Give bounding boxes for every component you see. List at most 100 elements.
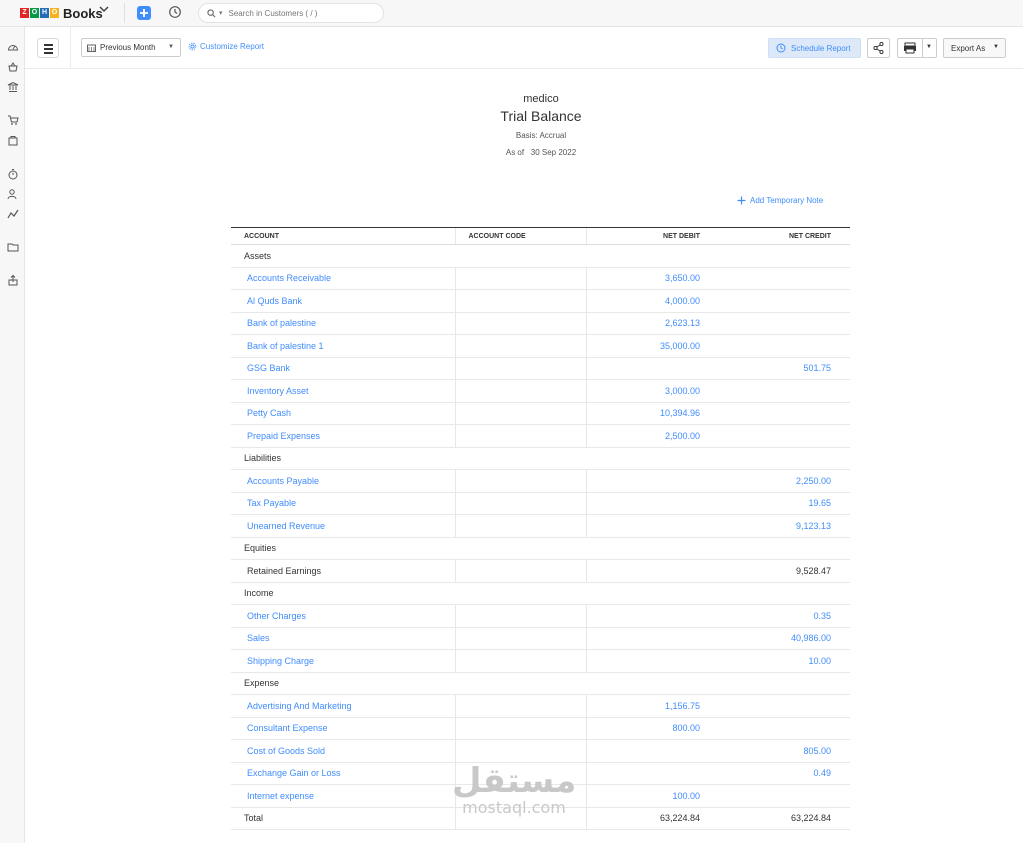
net-credit-value: 63,224.84 xyxy=(719,807,850,830)
quick-create-button[interactable] xyxy=(137,6,151,20)
as-of-date: 30 Sep 2022 xyxy=(530,148,577,157)
trial-balance-table: ACCOUNT ACCOUNT CODE NET DEBIT NET CREDI… xyxy=(231,227,850,830)
account-name[interactable]: Shipping Charge xyxy=(231,649,455,673)
clock-icon xyxy=(776,43,786,53)
net-debit-value[interactable]: 2,500.00 xyxy=(585,424,719,448)
customize-report-link[interactable]: Customize Report xyxy=(188,42,264,51)
account-name[interactable]: Prepaid Expenses xyxy=(231,424,455,448)
time-tracking-icon[interactable] xyxy=(7,167,19,180)
share-button[interactable] xyxy=(867,38,890,58)
net-credit-value[interactable]: 805.00 xyxy=(719,739,850,763)
net-debit-value xyxy=(585,514,719,538)
reports-icon[interactable] xyxy=(7,207,19,219)
account-code xyxy=(454,357,586,380)
sales-cart-icon[interactable] xyxy=(7,113,19,125)
plus-icon xyxy=(140,9,148,17)
account-name[interactable]: Other Charges xyxy=(231,604,455,628)
menu-icon-line xyxy=(44,48,53,50)
account-name[interactable]: Bank of palestine 1 xyxy=(231,334,455,358)
items-icon[interactable] xyxy=(7,60,19,72)
table-row: Consultant Expense 800.00 xyxy=(231,717,850,740)
search-bar[interactable]: ▾ xyxy=(198,3,384,23)
zoho-books-logo[interactable]: Z O H O Books xyxy=(20,5,103,21)
table-row: Bank of palestine 2,623.13 xyxy=(231,312,850,335)
account-name[interactable]: Accounts Receivable xyxy=(231,267,455,290)
net-debit-value xyxy=(585,357,719,380)
net-debit-value[interactable]: 1,156.75 xyxy=(585,694,719,718)
account-name[interactable]: Petty Cash xyxy=(231,402,455,425)
account-name[interactable]: Tax Payable xyxy=(231,492,455,515)
account-code xyxy=(454,694,586,718)
banking-icon[interactable] xyxy=(7,80,19,92)
net-credit-value[interactable]: 19.65 xyxy=(719,492,850,515)
add-temporary-note-link[interactable]: Add Temporary Note xyxy=(737,196,823,205)
divider xyxy=(124,3,125,23)
account-name[interactable]: GSG Bank xyxy=(231,357,455,380)
report-basis: Basis: Accrual xyxy=(515,131,567,140)
net-debit-value[interactable]: 800.00 xyxy=(585,717,719,740)
account-name[interactable]: Al Quds Bank xyxy=(231,289,455,313)
account-name[interactable]: Accounts Payable xyxy=(231,469,455,493)
net-debit-value[interactable]: 35,000.00 xyxy=(585,334,719,358)
account-name[interactable]: Inventory Asset xyxy=(231,379,455,403)
net-credit-value[interactable]: 40,986.00 xyxy=(719,627,850,650)
net-credit-value[interactable]: 10.00 xyxy=(719,649,850,673)
net-credit-value xyxy=(719,289,850,313)
table-row: Accounts Receivable 3,650.00 xyxy=(231,267,850,290)
accountant-icon[interactable] xyxy=(7,187,19,200)
gear-icon xyxy=(188,42,197,51)
chevron-down-icon[interactable] xyxy=(99,5,109,16)
period-label: Previous Month xyxy=(100,43,156,52)
account-name[interactable]: Internet expense xyxy=(231,784,455,808)
account-name[interactable]: Bank of palestine xyxy=(231,312,455,335)
account-name[interactable]: Unearned Revenue xyxy=(231,514,455,538)
period-dropdown[interactable]: Previous Month ▼ xyxy=(81,38,181,57)
net-debit-value[interactable]: 10,394.96 xyxy=(585,402,719,425)
total-label: Total xyxy=(231,807,455,830)
search-input[interactable] xyxy=(228,8,369,18)
net-credit-value[interactable]: 2,250.00 xyxy=(719,469,850,493)
net-credit-value[interactable]: 501.75 xyxy=(719,357,850,380)
account-name: Retained Earnings xyxy=(231,559,455,583)
export-as-button[interactable]: Export As ▼ xyxy=(943,38,1006,58)
divider xyxy=(70,27,71,69)
table-row: Tax Payable 19.65 xyxy=(231,492,850,515)
caret-down-icon: ▼ xyxy=(993,44,999,50)
column-header-account: ACCOUNT xyxy=(231,227,455,245)
purchases-bag-icon[interactable] xyxy=(7,133,19,146)
logo-letter: O xyxy=(50,8,59,18)
net-debit-value[interactable]: 3,650.00 xyxy=(585,267,719,290)
account-name[interactable]: Sales xyxy=(231,627,455,650)
net-credit-value[interactable]: 9,123.13 xyxy=(719,514,850,538)
account-name[interactable]: Cost of Goods Sold xyxy=(231,739,455,763)
table-row: Other Charges 0.35 xyxy=(231,604,850,628)
net-debit-value[interactable]: 3,000.00 xyxy=(585,379,719,403)
net-debit-value[interactable]: 100.00 xyxy=(585,784,719,808)
upload-icon[interactable] xyxy=(7,273,19,286)
account-group-row: Income xyxy=(231,582,850,605)
net-debit-value[interactable]: 2,623.13 xyxy=(585,312,719,335)
account-group-row: Equities xyxy=(231,537,850,560)
table-row: Accounts Payable 2,250.00 xyxy=(231,469,850,493)
net-credit-value[interactable]: 0.49 xyxy=(719,762,850,785)
print-button[interactable]: ▼ xyxy=(897,38,937,58)
net-debit-value[interactable]: 4,000.00 xyxy=(585,289,719,313)
account-group-label: Expense xyxy=(231,672,850,695)
dashboard-icon[interactable] xyxy=(7,40,19,52)
account-name[interactable]: Consultant Expense xyxy=(231,717,455,740)
documents-icon[interactable] xyxy=(7,240,19,252)
net-credit-value xyxy=(719,717,850,740)
net-credit-value[interactable]: 0.35 xyxy=(719,604,850,628)
search-scope-caret-icon[interactable]: ▾ xyxy=(219,9,223,17)
history-icon[interactable] xyxy=(168,5,182,24)
menu-toggle-button[interactable] xyxy=(37,38,59,58)
account-name[interactable]: Advertising And Marketing xyxy=(231,694,455,718)
account-name[interactable]: Exchange Gain or Loss xyxy=(231,762,455,785)
account-code xyxy=(454,627,586,650)
table-row: Retained Earnings 9,528.47 xyxy=(231,559,850,583)
plus-icon xyxy=(737,196,746,205)
schedule-report-button[interactable]: Schedule Report xyxy=(768,38,861,58)
net-debit-value xyxy=(585,739,719,763)
account-group-row: Assets xyxy=(231,244,850,268)
caret-down-icon[interactable]: ▼ xyxy=(926,44,932,50)
